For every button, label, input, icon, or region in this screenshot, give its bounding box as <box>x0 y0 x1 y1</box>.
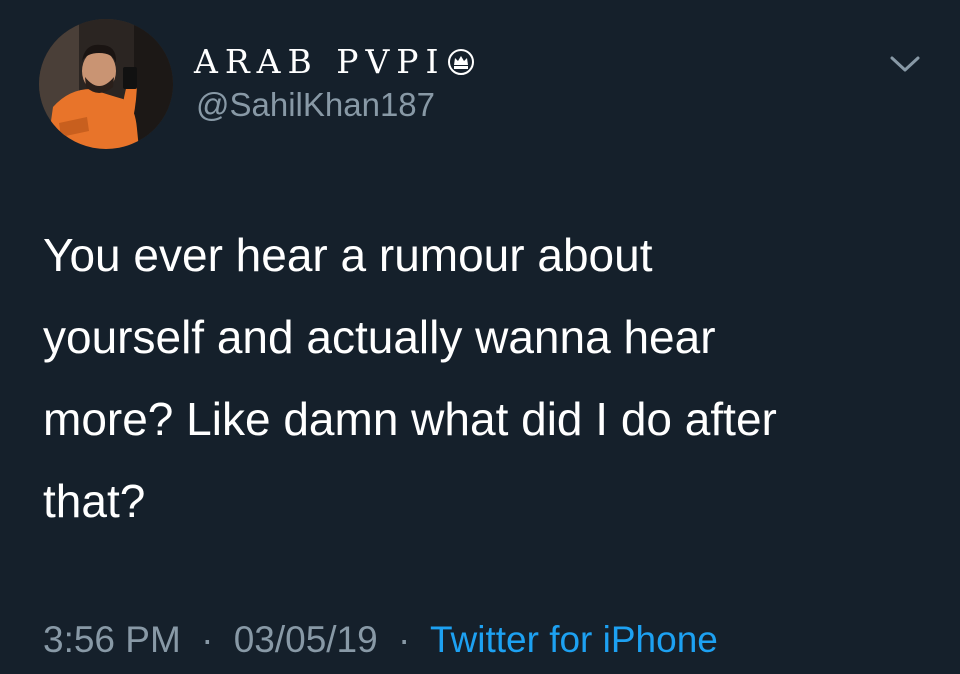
chevron-down-icon[interactable] <box>888 52 922 76</box>
avatar[interactable] <box>39 19 173 149</box>
crown-icon <box>447 48 474 75</box>
meta-separator: · <box>201 619 214 660</box>
profile-photo-icon <box>39 19 173 149</box>
tweet-source-link[interactable]: Twitter for iPhone <box>430 619 718 660</box>
tweet-card: ARAB PVPI @SahilKhan187 You ever hear a … <box>0 0 960 674</box>
tweet-time[interactable]: 3:56 PM <box>43 619 181 660</box>
meta-separator: · <box>398 619 411 660</box>
tweet-meta: 3:56 PM · 03/05/19 · Twitter for iPhone <box>43 619 718 661</box>
user-handle[interactable]: @SahilKhan187 <box>196 86 435 124</box>
tweet-text: You ever hear a rumour about yourself an… <box>43 229 777 527</box>
tweet-date[interactable]: 03/05/19 <box>234 619 378 660</box>
display-name-text: ARAB PVPI <box>194 42 446 81</box>
display-name[interactable]: ARAB PVPI <box>194 42 474 81</box>
